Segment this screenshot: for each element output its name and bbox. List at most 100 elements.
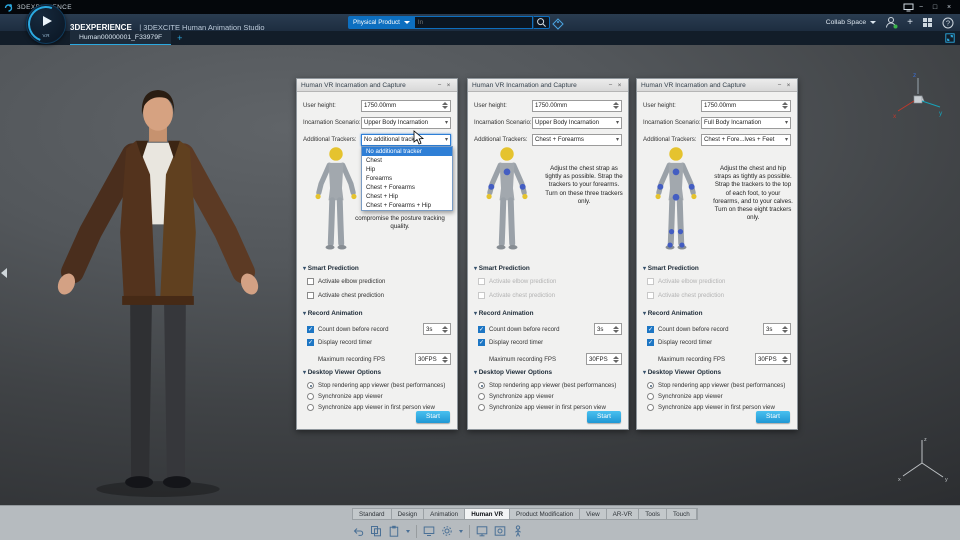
stepper-icon[interactable] bbox=[441, 355, 448, 363]
fps-row[interactable]: Maximum recording FPS 30FPS bbox=[307, 353, 451, 365]
stepper-icon[interactable] bbox=[781, 325, 788, 333]
smart-prediction-section[interactable]: Smart Prediction bbox=[303, 265, 451, 272]
paste-icon[interactable] bbox=[388, 525, 400, 537]
toolbar-tab-tools[interactable]: Tools bbox=[639, 509, 667, 519]
toolbar-tab-design[interactable]: Design bbox=[392, 509, 425, 519]
smart-prediction-section[interactable]: Smart Prediction bbox=[474, 265, 622, 272]
toolbar-tab-touch[interactable]: Touch bbox=[667, 509, 697, 519]
collab-space-dropdown[interactable]: Collab Space bbox=[826, 19, 876, 26]
checkbox-icon[interactable] bbox=[307, 292, 314, 299]
stepper-icon[interactable] bbox=[441, 325, 448, 333]
scenario-dropdown[interactable]: Full Body Incarnation bbox=[701, 116, 791, 129]
gear-icon[interactable] bbox=[441, 525, 453, 537]
dropdown-option[interactable]: Chest + Forearms bbox=[362, 183, 452, 192]
record-animation-section[interactable]: Record Animation bbox=[303, 310, 451, 317]
minimize-button[interactable]: − bbox=[914, 4, 928, 11]
sync-first-person-row[interactable]: Synchronize app viewer in first person v… bbox=[307, 404, 451, 411]
toolbar-tab-human-vr[interactable]: Human VR bbox=[465, 509, 511, 519]
radio-selected-icon[interactable] bbox=[307, 382, 314, 389]
toolbar-tab-animation[interactable]: Animation bbox=[424, 509, 466, 519]
start-button[interactable]: Start bbox=[756, 411, 790, 423]
panel-close-button[interactable]: × bbox=[444, 82, 453, 89]
display-timer-row[interactable]: Display record timer bbox=[478, 339, 622, 346]
chest-prediction-row[interactable]: Activate chest prediction bbox=[307, 292, 451, 299]
radio-icon[interactable] bbox=[307, 393, 314, 400]
countdown-input[interactable]: 3s bbox=[594, 323, 622, 335]
radio-icon[interactable] bbox=[647, 404, 654, 411]
checkbox-checked-icon[interactable] bbox=[307, 339, 314, 346]
fps-row[interactable]: Maximum recording FPS 30FPS bbox=[478, 353, 622, 365]
countdown-row[interactable]: Count down before record 3s bbox=[478, 323, 622, 335]
document-tab[interactable]: Human00000001_F33979F bbox=[70, 31, 172, 45]
dropdown-option[interactable]: Hip bbox=[362, 165, 452, 174]
checkbox-icon[interactable] bbox=[307, 278, 314, 285]
stop-rendering-row[interactable]: Stop rendering app viewer (best performa… bbox=[307, 382, 451, 389]
viewer-options-section[interactable]: Desktop Viewer Options bbox=[643, 369, 791, 376]
panel-header[interactable]: Human VR Incarnation and Capture − × bbox=[637, 79, 797, 92]
radio-selected-icon[interactable] bbox=[647, 382, 654, 389]
capture-icon[interactable] bbox=[494, 525, 506, 537]
stop-rendering-row[interactable]: Stop rendering app viewer (best performa… bbox=[478, 382, 622, 389]
search-scope-dropdown[interactable]: Physical Product bbox=[348, 16, 415, 29]
chevron-down-icon[interactable] bbox=[406, 529, 410, 533]
human-3d-model[interactable] bbox=[36, 83, 280, 501]
dropdown-option[interactable]: Chest bbox=[362, 156, 452, 165]
stepper-icon[interactable] bbox=[612, 325, 619, 333]
panel-close-button[interactable]: × bbox=[615, 82, 624, 89]
stop-rendering-row[interactable]: Stop rendering app viewer (best performa… bbox=[647, 382, 791, 389]
stepper-icon[interactable] bbox=[612, 355, 619, 363]
view-compass[interactable]: z x y bbox=[891, 70, 945, 120]
user-height-input[interactable]: 1750.00mm bbox=[361, 99, 451, 112]
countdown-input[interactable]: 3s bbox=[763, 323, 791, 335]
search-input[interactable] bbox=[414, 16, 533, 29]
countdown-row[interactable]: Count down before record 3s bbox=[647, 323, 791, 335]
trackers-dropdown[interactable]: Chest + Fore...lves + Feet bbox=[701, 133, 791, 146]
dropdown-option[interactable]: Chest + Forearms + Hip bbox=[362, 201, 452, 210]
expand-viewport-icon[interactable] bbox=[945, 33, 955, 43]
monitor-icon[interactable] bbox=[476, 525, 488, 537]
radio-icon[interactable] bbox=[478, 393, 485, 400]
stepper-icon[interactable] bbox=[781, 102, 788, 109]
dropdown-option[interactable]: Chest + Hip bbox=[362, 192, 452, 201]
sync-first-person-row[interactable]: Synchronize app viewer in first person v… bbox=[478, 404, 622, 411]
display-timer-row[interactable]: Display record timer bbox=[647, 339, 791, 346]
panel-collapse-arrow-icon[interactable] bbox=[1, 268, 7, 278]
fps-row[interactable]: Maximum recording FPS 30FPS bbox=[647, 353, 791, 365]
compass-play-widget[interactable]: V.R bbox=[22, 0, 70, 48]
radio-icon[interactable] bbox=[478, 404, 485, 411]
play-icon[interactable] bbox=[43, 16, 52, 26]
countdown-input[interactable]: 3s bbox=[423, 323, 451, 335]
dropdown-option[interactable]: Forearms bbox=[362, 174, 452, 183]
user-icon[interactable] bbox=[885, 16, 898, 29]
stepper-icon[interactable] bbox=[612, 102, 619, 109]
human-icon[interactable] bbox=[512, 525, 524, 537]
checkbox-checked-icon[interactable] bbox=[307, 325, 314, 333]
panel-minimize-button[interactable]: − bbox=[775, 82, 784, 89]
fps-input[interactable]: 30FPS bbox=[755, 353, 791, 365]
start-button[interactable]: Start bbox=[416, 411, 450, 423]
display-timer-row[interactable]: Display record timer bbox=[307, 339, 451, 346]
sync-viewer-row[interactable]: Synchronize app viewer bbox=[478, 393, 622, 400]
user-height-input[interactable]: 1750.00mm bbox=[701, 99, 791, 112]
sync-viewer-row[interactable]: Synchronize app viewer bbox=[307, 393, 451, 400]
toolbar-tab-ar-vr[interactable]: AR-VR bbox=[607, 509, 640, 519]
screen-icon[interactable] bbox=[423, 525, 435, 537]
checkbox-checked-icon[interactable] bbox=[647, 339, 654, 346]
new-tab-button[interactable]: + bbox=[177, 33, 182, 43]
toolbar-tab-product-modification[interactable]: Product Modification bbox=[510, 509, 581, 519]
dropdown-option-selected[interactable]: No additional tracker bbox=[362, 147, 452, 156]
checkbox-checked-icon[interactable] bbox=[478, 339, 485, 346]
countdown-row[interactable]: Count down before record 3s bbox=[307, 323, 451, 335]
3d-viewport[interactable]: z x y z y x Human VR Incarnation and Cap… bbox=[0, 45, 960, 505]
toolbar-tab-view[interactable]: View bbox=[580, 509, 607, 519]
stepper-icon[interactable] bbox=[441, 102, 448, 109]
undo-icon[interactable] bbox=[352, 525, 364, 537]
search-button[interactable] bbox=[532, 16, 550, 29]
panel-header[interactable]: Human VR Incarnation and Capture − × bbox=[468, 79, 628, 92]
scenario-dropdown[interactable]: Upper Body Incarnation bbox=[532, 116, 622, 129]
radio-icon[interactable] bbox=[307, 404, 314, 411]
user-height-input[interactable]: 1750.00mm bbox=[532, 99, 622, 112]
start-button[interactable]: Start bbox=[587, 411, 621, 423]
checkbox-checked-icon[interactable] bbox=[478, 325, 485, 333]
grid-icon[interactable] bbox=[922, 17, 933, 28]
